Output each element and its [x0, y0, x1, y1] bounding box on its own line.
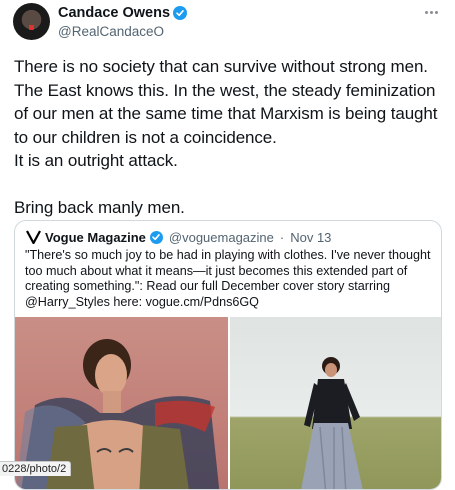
quoted-tweet-header: Vogue Magazine @voguemagazine · Nov 13: [25, 229, 331, 245]
quoted-author-handle[interactable]: @voguemagazine: [169, 230, 274, 245]
quoted-author-name[interactable]: Vogue Magazine: [45, 230, 146, 245]
avatar-detail: [29, 25, 34, 30]
quoted-date[interactable]: Nov 13: [290, 230, 331, 245]
photo-harry-styles-2[interactable]: [230, 317, 441, 489]
author-avatar[interactable]: [13, 3, 50, 40]
tweet-text: There is no society that can survive wit…: [14, 57, 438, 217]
vogue-logo-icon: [25, 229, 41, 245]
quoted-media: [15, 317, 441, 489]
status-bar-url: 0228/photo/2: [0, 461, 72, 476]
quoted-tweet-text: "There's so much joy to be had in playin…: [25, 248, 431, 309]
quoted-tweet[interactable]: Vogue Magazine @voguemagazine · Nov 13 "…: [14, 220, 442, 490]
author-name[interactable]: Candace Owens: [58, 5, 170, 21]
quoted-separator: ·: [279, 229, 285, 245]
quoted-verified-badge-icon: [149, 230, 163, 244]
tweet-card: Candace Owens @RealCandaceO There is no …: [0, 0, 455, 490]
more-options-icon[interactable]: [425, 8, 441, 16]
verified-badge-icon: [173, 6, 188, 20]
author-handle[interactable]: @RealCandaceO: [58, 24, 164, 39]
author-name-row: Candace Owens: [58, 5, 188, 21]
